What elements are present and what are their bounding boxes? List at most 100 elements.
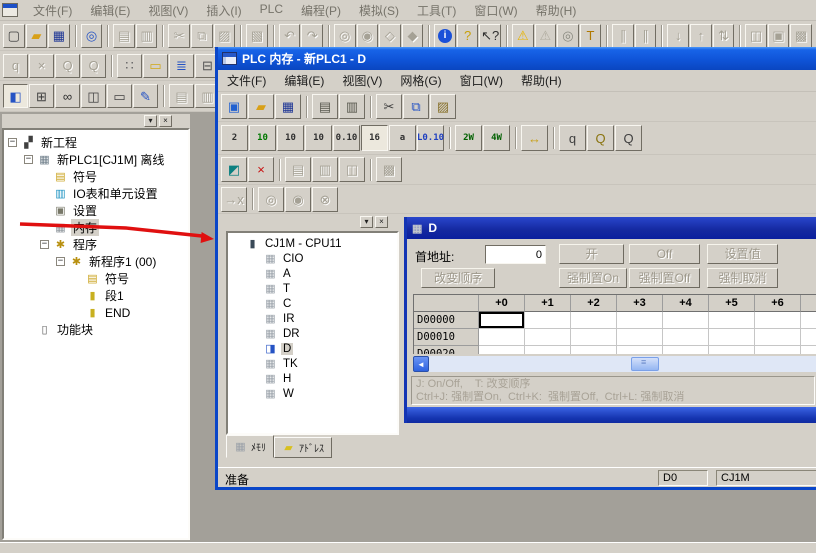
menu-item-1[interactable]: 编辑(E) [275,71,333,90]
open-icon[interactable]: ▰ [248,94,274,119]
toggle-address-reference-icon[interactable]: ▭ [107,84,132,108]
force-off-icon[interactable]: ◉ [285,187,311,212]
cut-icon[interactable]: ✂ [376,94,402,119]
force-cancel-button[interactable]: 强制取消 [707,268,778,288]
pause-program-icon[interactable]: ∥ [635,24,657,48]
menu-item-5[interactable]: 帮助(H) [512,71,571,90]
format-bcd-button[interactable]: 10 [249,125,276,151]
grid-cell[interactable] [663,312,709,329]
menu-item-9[interactable]: 帮助(H) [527,1,586,20]
off-button[interactable]: Off [629,244,700,264]
tree-item[interactable]: ▥IO表和单元设置 [4,185,188,202]
zoom-out-icon[interactable]: Q [81,54,106,78]
grid-cell[interactable] [801,312,816,329]
child-window-system-icon[interactable] [2,3,18,17]
force-off-button[interactable]: 强制置Off [629,268,700,288]
start-address-input[interactable] [485,245,546,264]
horizontal-scrollbar[interactable]: ◄ [413,356,816,372]
on-button[interactable]: 开 [559,244,624,264]
paste-rung-icon[interactable]: ▧ [246,24,268,48]
grid-cell[interactable] [801,329,816,346]
memory-panel-tab-0[interactable]: ▦ﾒﾓﾘ [226,435,274,458]
tree-item[interactable]: ▯功能块 [4,321,188,338]
tree-item[interactable]: ▦CIO [228,251,397,266]
transfer-from-plc-icon[interactable]: ▥ [312,157,338,182]
replace-icon[interactable]: ◉ [357,24,379,48]
zoom-in-button[interactable]: q [559,125,586,151]
tree-item[interactable]: ▦TK [228,356,397,371]
menu-item-5[interactable]: 编程(P) [292,1,350,20]
tree-item[interactable]: ▤符号 [4,168,188,185]
monitor-in-rung-icon[interactable]: ≣ [169,54,194,78]
format-text-button[interactable]: a [389,125,416,151]
toggle-cross-reference-icon[interactable]: ◫ [81,84,106,108]
tree-item[interactable]: ▣设置 [4,202,188,219]
grid-cell[interactable] [663,346,709,354]
tree-item[interactable]: ▦C [228,296,397,311]
format-signed-decimal-button[interactable]: 10 [305,125,332,151]
symbol-table-icon[interactable]: ▤ [169,84,194,108]
compare-with-plc-icon[interactable]: ◫ [339,157,365,182]
toggle-watch-window-icon[interactable]: ∞ [55,84,80,108]
grid-cell[interactable] [755,346,801,354]
watch-warning-icon[interactable]: T [580,24,602,48]
grid-cell[interactable] [571,312,617,329]
paste-icon[interactable]: ▨ [430,94,456,119]
scrollbar-thumb[interactable] [631,357,659,371]
menu-item-2[interactable]: 视图(V) [333,71,391,90]
copy-icon[interactable]: ⧉ [403,94,429,119]
grid-cell[interactable] [617,329,663,346]
tree-item[interactable]: −▦新PLC1[CJ1M] 离线 [4,151,188,168]
online-compile-icon[interactable]: ⚠ [535,24,557,48]
tree-item[interactable]: ◨D [228,341,397,356]
monitor-mode-icon[interactable]: ▣ [768,24,790,48]
tree-item[interactable]: ▮段1 [4,287,188,304]
change-order-button[interactable]: 改变顺序 [421,268,495,288]
format-hex-button[interactable]: 16 [361,125,388,151]
format-binary-button[interactable]: 2 [221,125,248,151]
toggle-project-workspace-icon[interactable]: ◧ [3,84,28,108]
tree-item[interactable]: ▦T [228,281,397,296]
find-icon[interactable]: ◎ [334,24,356,48]
toggle-output-window-icon[interactable]: ⊞ [29,84,54,108]
tree-item[interactable]: ▦IR [228,311,397,326]
show-properties-icon[interactable]: ✎ [133,84,158,108]
expand-box[interactable]: − [24,155,33,164]
find-next-icon[interactable]: ◇ [379,24,401,48]
save-project-icon[interactable]: ▦ [48,24,70,48]
format-decimal-button[interactable]: 10 [277,125,304,151]
zoom-fit-icon[interactable]: Q [55,54,80,78]
expand-box[interactable]: − [56,257,65,266]
paste-icon[interactable]: ▨ [214,24,236,48]
format-2word-button[interactable]: 2W [455,125,482,151]
context-help-icon[interactable]: ↖? [479,24,501,48]
copy-icon[interactable]: ⧉ [191,24,213,48]
redo-icon[interactable]: ↷ [301,24,323,48]
goto-address-icon[interactable]: →x [221,187,247,212]
clear-data-area-icon[interactable]: × [248,157,274,182]
force-on-button[interactable]: 强制置On [559,268,627,288]
scroll-left-button[interactable]: ◄ [413,356,429,372]
grid-cell[interactable] [525,329,571,346]
pause-icon[interactable]: ∥ [612,24,634,48]
format-4word-button[interactable]: 4W [483,125,510,151]
panel-menu-button[interactable]: ▾ [360,216,373,228]
transfer-from-plc-icon[interactable]: ↑ [690,24,712,48]
info-icon[interactable]: i [434,24,456,48]
transfer-to-plc-icon[interactable]: ↓ [667,24,689,48]
format-double-float-button[interactable]: L0.10 [417,125,444,151]
grid-cell[interactable] [709,346,755,354]
search-warning-icon[interactable]: ◎ [557,24,579,48]
grid-cell[interactable] [617,346,663,354]
grid-toggle-icon[interactable]: ∷ [117,54,142,78]
grid-cell[interactable] [801,346,816,354]
grid-cell[interactable] [571,346,617,354]
compare-with-plc-icon[interactable]: ⇅ [713,24,735,48]
panel-close-button[interactable]: × [375,216,388,228]
menu-item-0[interactable]: 文件(F) [218,71,275,90]
address-find-icon[interactable]: ◆ [402,24,424,48]
grid-cell-selected[interactable] [479,312,525,329]
grid-cell[interactable] [755,312,801,329]
tree-item[interactable]: ▦内存 [4,219,188,236]
zoom-in-icon[interactable]: q [3,54,28,78]
